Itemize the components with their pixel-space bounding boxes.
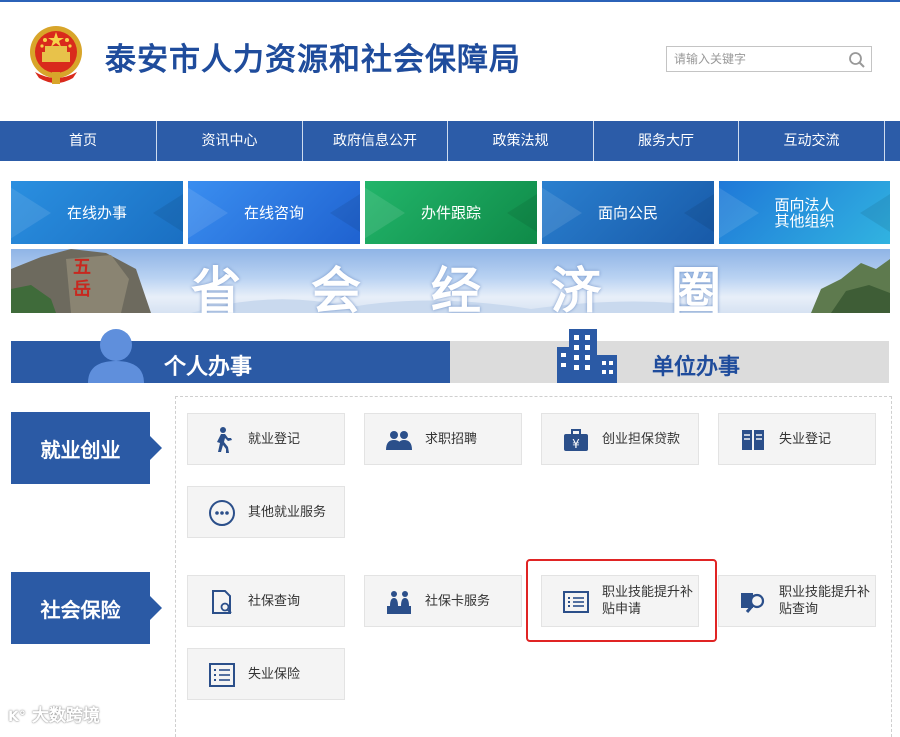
top-accent-line — [0, 0, 900, 2]
tile-online-consult[interactable]: 在线咨询 — [188, 181, 360, 244]
banner-char: 济 — [551, 261, 601, 313]
category-social-insurance[interactable]: 社会保险 — [11, 572, 162, 644]
banner-slogan: 省 会 经 济 圈 — [11, 249, 890, 313]
tab-personal-label: 个人办事 — [164, 355, 253, 380]
watermark-logo: K° — [8, 709, 26, 725]
category-employment[interactable]: 就业创业 — [11, 412, 162, 484]
service-label: 其他就业服务 — [248, 504, 327, 520]
walking-person-icon — [217, 427, 232, 453]
search-input[interactable] — [674, 50, 844, 68]
nav-item-service-hall[interactable]: 服务大厅 — [594, 121, 738, 161]
service-card-insurance-card[interactable]: 社保卡服务 — [364, 575, 522, 627]
banner-image[interactable]: 五岳 省 会 经 济 圈 — [11, 249, 890, 313]
highlight-box — [526, 559, 717, 642]
document-search-icon — [212, 590, 232, 614]
search-icon[interactable] — [848, 51, 866, 69]
people-group-icon — [386, 431, 412, 450]
tile-case-tracking[interactable]: 办件跟踪 — [365, 181, 537, 244]
service-label: 求职招聘 — [425, 431, 478, 447]
nav-item-policy[interactable]: 政策法规 — [448, 121, 593, 161]
tile-label: 面向公民 — [597, 203, 658, 222]
service-card-employment-registration[interactable]: 就业登记 — [187, 413, 345, 465]
watermark-text: 大数跨境 — [31, 706, 100, 726]
service-label: 就业登记 — [248, 431, 301, 447]
tile-label: 在线咨询 — [243, 203, 304, 222]
service-label: 职业技能提升补贴查询 — [779, 585, 871, 617]
tile-for-citizens[interactable]: 面向公民 — [542, 181, 714, 244]
site-title: 泰安市人力资源和社会保障局 — [105, 42, 521, 78]
search-box[interactable] — [666, 46, 872, 72]
banner-char: 圈 — [671, 261, 721, 313]
checklist-icon — [209, 663, 235, 687]
briefcase-yen-icon: ¥ — [564, 429, 588, 451]
tab-unit-label: 单位办事 — [652, 355, 741, 380]
service-label: 创业担保贷款 — [602, 431, 681, 447]
service-label: 失业登记 — [779, 431, 832, 447]
tile-label: 办件跟踪 — [420, 203, 481, 222]
watermark: K° 大数跨境 — [8, 701, 100, 726]
banner-char: 会 — [311, 261, 361, 313]
person-icon — [88, 329, 144, 383]
open-book-icon — [742, 430, 764, 450]
nav-item-news[interactable]: 资讯中心 — [157, 121, 302, 161]
service-card-unemployment-insurance[interactable]: 失业保险 — [187, 648, 345, 700]
tile-for-legal-persons[interactable]: 面向法人 其他组织 — [719, 181, 890, 244]
service-label: 失业保险 — [248, 666, 301, 682]
service-card-startup-loan[interactable]: ¥ 创业担保贷款 — [541, 413, 699, 465]
service-card-insurance-query[interactable]: 社保查询 — [187, 575, 345, 627]
building-icon — [557, 329, 617, 383]
nav-divider — [884, 121, 885, 161]
more-dots-icon — [209, 500, 235, 526]
nav-item-gov-info[interactable]: 政府信息公开 — [303, 121, 447, 161]
banner-char: 省 — [191, 261, 241, 313]
service-label: 社保卡服务 — [425, 593, 491, 609]
tile-label: 面向法人 其他组织 — [774, 195, 835, 230]
tile-online-service[interactable]: 在线办事 — [11, 181, 183, 244]
category-label: 社会保险 — [40, 597, 121, 622]
service-counter-icon — [387, 591, 411, 614]
service-card-skill-subsidy-query[interactable]: 职业技能提升补贴查询 — [718, 575, 876, 627]
tile-label: 在线办事 — [66, 203, 127, 222]
national-emblem-icon — [30, 26, 82, 84]
nav-item-interaction[interactable]: 互动交流 — [739, 121, 884, 161]
magnifier-document-icon — [741, 593, 765, 613]
service-card-other-employment[interactable]: 其他就业服务 — [187, 486, 345, 538]
category-label: 就业创业 — [40, 437, 121, 462]
main-nav: 首页 资讯中心 政府信息公开 政策法规 服务大厅 互动交流 — [0, 121, 900, 161]
service-card-job-recruitment[interactable]: 求职招聘 — [364, 413, 522, 465]
service-card-unemployment-registration[interactable]: 失业登记 — [718, 413, 876, 465]
svg-text:¥: ¥ — [572, 437, 580, 451]
banner-char: 经 — [431, 261, 481, 313]
service-label: 社保查询 — [248, 593, 301, 609]
nav-item-home[interactable]: 首页 — [10, 121, 156, 161]
